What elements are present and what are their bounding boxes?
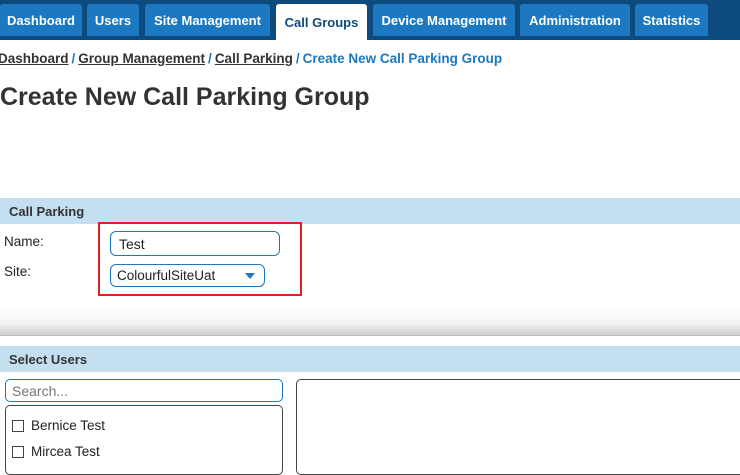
available-users-list[interactable]: Bernice Test Mircea Test <box>5 405 283 475</box>
select-users-header-text: Select Users <box>9 351 88 367</box>
name-label: Name: <box>4 234 44 249</box>
checkbox[interactable] <box>12 445 24 458</box>
call-parking-panel-footer <box>0 307 740 336</box>
breadcrumb-group-management-link[interactable]: Group Management <box>78 51 205 66</box>
breadcrumb-current: Create New Call Parking Group <box>302 51 503 66</box>
checkbox[interactable] <box>12 419 24 432</box>
call-parking-panel-header: Call Parking <box>0 198 740 224</box>
tab-users[interactable]: Users <box>87 4 139 36</box>
page-title: Create New Call Parking Group <box>0 83 370 111</box>
site-label: Site: <box>4 264 32 279</box>
selected-users-list[interactable] <box>296 379 740 475</box>
tab-call-groups[interactable]: Call Groups <box>276 4 367 40</box>
highlight-box <box>98 222 302 296</box>
breadcrumb: Dashboard / Group Management / Call Parking /… <box>0 51 502 66</box>
breadcrumb-separator: / <box>71 51 76 66</box>
select-users-panel-header: Select Users <box>0 346 740 372</box>
call-parking-header-text: Call Parking <box>9 203 85 219</box>
tab-administration[interactable]: Administration <box>520 4 630 36</box>
breadcrumb-separator: / <box>208 51 212 66</box>
list-item[interactable]: Mircea Test <box>12 444 100 459</box>
breadcrumb-call-parking-link[interactable]: Call Parking <box>215 51 293 66</box>
breadcrumb-dashboard-link[interactable]: Dashboard <box>0 51 69 66</box>
top-navigation: Dashboard Users Site Management Call Gro… <box>0 0 740 40</box>
user-name: Bernice Test <box>31 418 106 433</box>
tab-dashboard[interactable]: Dashboard <box>0 4 82 36</box>
tab-statistics[interactable]: Statistics <box>635 4 708 36</box>
tab-device-management[interactable]: Device Management <box>373 4 515 36</box>
user-name: Mircea Test <box>31 444 100 459</box>
list-item[interactable]: Bernice Test <box>12 418 105 433</box>
tab-site-management[interactable]: Site Management <box>145 4 270 36</box>
search-input[interactable] <box>5 379 283 402</box>
breadcrumb-separator: / <box>295 51 300 66</box>
